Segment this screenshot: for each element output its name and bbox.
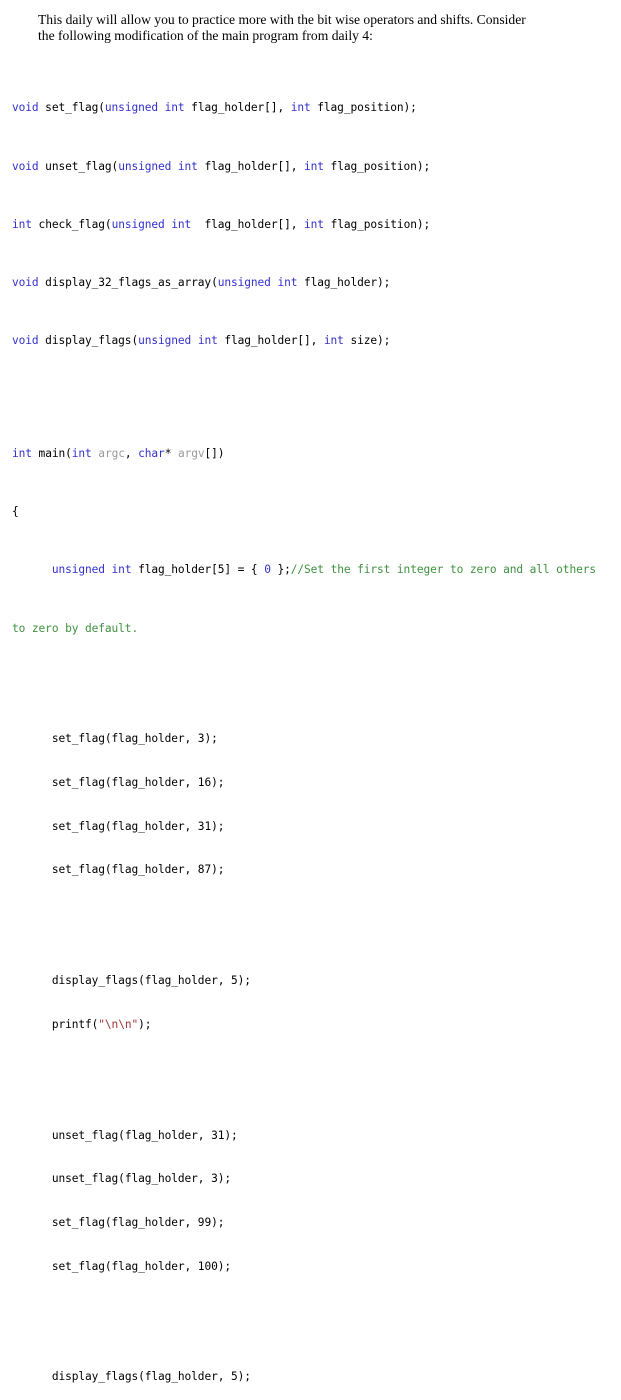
keyword-int: int	[290, 101, 311, 115]
keyword-unsigned-int: unsigned int	[118, 159, 198, 173]
keyword-char: char	[138, 447, 165, 461]
keyword-unsigned-int: unsigned int	[104, 101, 185, 115]
prototype-mid: flag_holder[],	[184, 101, 291, 115]
keyword-void: void	[12, 159, 39, 173]
prototype-tail: size);	[343, 334, 391, 348]
main-name: main(	[31, 447, 72, 461]
spacer-line	[12, 922, 615, 931]
spacer-before-code	[0, 45, 621, 58]
param-separator: ,	[124, 447, 139, 461]
prototype-name: display_32_flags_as_array(	[38, 276, 218, 290]
prototype-mid: flag_holder);	[297, 276, 391, 290]
keyword-int: int	[12, 447, 32, 461]
keyword-unsigned-int: unsigned int	[217, 276, 298, 290]
call-unset-flag-31: unset_flag(flag_holder, 31);	[12, 1128, 238, 1142]
prototype-tail: flag_position);	[323, 159, 431, 173]
keyword-int: int	[71, 447, 92, 461]
pointer-star: *	[164, 447, 178, 461]
declaration-body: flag_holder[5] = {	[131, 563, 265, 577]
param-argv: argv	[177, 447, 205, 461]
printf-head: printf(	[12, 1017, 99, 1031]
inline-comment-wrap: to zero by default.	[12, 621, 139, 635]
spacer-line	[12, 680, 615, 689]
prototype-mid: flag_holder[],	[197, 159, 304, 173]
prototype-line-display-32-flags-as-array: void display_32_flags_as_array(unsigned …	[12, 276, 615, 291]
keyword-int: int	[304, 159, 324, 173]
prototype-line-unset-flag: void unset_flag(unsigned int flag_holder…	[12, 160, 615, 175]
prototype-line-display-flags: void display_flags(unsigned int flag_hol…	[12, 334, 615, 349]
code-block: void set_flag(unsigned int flag_holder[]…	[0, 58, 621, 1400]
spacer-line	[12, 1076, 615, 1085]
keyword-void: void	[12, 101, 39, 115]
call-display-flags-first: display_flags(flag_holder, 5);	[12, 974, 251, 988]
keyword-unsigned-int: unsigned int	[51, 563, 132, 577]
string-literal: "\n\n"	[98, 1017, 139, 1031]
prototype-name: check_flag(	[31, 217, 112, 231]
call-set-flag-31: set_flag(flag_holder, 31);	[12, 819, 225, 833]
keyword-void: void	[12, 334, 39, 348]
prototype-line-set-flag: void set_flag(unsigned int flag_holder[]…	[12, 101, 615, 116]
spacer-line	[12, 1318, 615, 1327]
prototype-name: display_flags(	[38, 334, 139, 348]
literal-zero: 0	[264, 563, 271, 577]
intro-line-1: This daily will allow you to practice mo…	[38, 12, 526, 27]
call-set-flag-16: set_flag(flag_holder, 16);	[12, 776, 225, 790]
document-page: This daily will allow you to practice mo…	[0, 0, 621, 1383]
call-set-flag-99: set_flag(flag_holder, 99);	[12, 1215, 225, 1229]
param-argc: argc	[91, 447, 125, 461]
call-printf: printf("\n\n");	[12, 1018, 615, 1033]
keyword-int: int	[323, 334, 344, 348]
keyword-int: int	[304, 217, 324, 231]
prototype-tail: flag_position);	[310, 101, 417, 115]
brace-open: {	[12, 505, 19, 519]
prototype-line-check-flag: int check_flag(unsigned int flag_holder[…	[12, 218, 615, 233]
declaration-after: };	[270, 563, 291, 577]
call-unset-flag-3: unset_flag(flag_holder, 3);	[12, 1172, 231, 1186]
prototype-tail: flag_position);	[323, 217, 431, 231]
spacer-line	[12, 392, 615, 403]
intro-line-2: the following modification of the main p…	[38, 28, 373, 44]
printf-tail: );	[138, 1017, 152, 1031]
keyword-void: void	[12, 276, 39, 290]
prototype-name: unset_flag(	[38, 159, 119, 173]
main-signature-line: int main(int argc, char* argv[])	[12, 447, 615, 462]
inline-comment: //Set the first integer to zero and all …	[290, 563, 596, 577]
main-tail: [])	[204, 447, 225, 461]
declaration-line: unsigned int flag_holder[5] = { 0 };//Se…	[12, 563, 615, 578]
call-set-flag-3: set_flag(flag_holder, 3);	[12, 732, 218, 746]
keyword-int: int	[12, 217, 32, 231]
prototype-mid: flag_holder[],	[191, 217, 305, 231]
call-display-flags-second: display_flags(flag_holder, 5);	[12, 1370, 251, 1384]
prototype-mid: flag_holder[],	[217, 334, 324, 348]
call-set-flag-87: set_flag(flag_holder, 87);	[12, 863, 225, 877]
keyword-unsigned-int: unsigned int	[111, 217, 192, 231]
prototype-name: set_flag(	[38, 101, 105, 115]
intro-paragraph: This daily will allow you to practice mo…	[0, 0, 621, 45]
keyword-unsigned-int: unsigned int	[138, 334, 218, 348]
call-set-flag-100: set_flag(flag_holder, 100);	[12, 1259, 231, 1273]
